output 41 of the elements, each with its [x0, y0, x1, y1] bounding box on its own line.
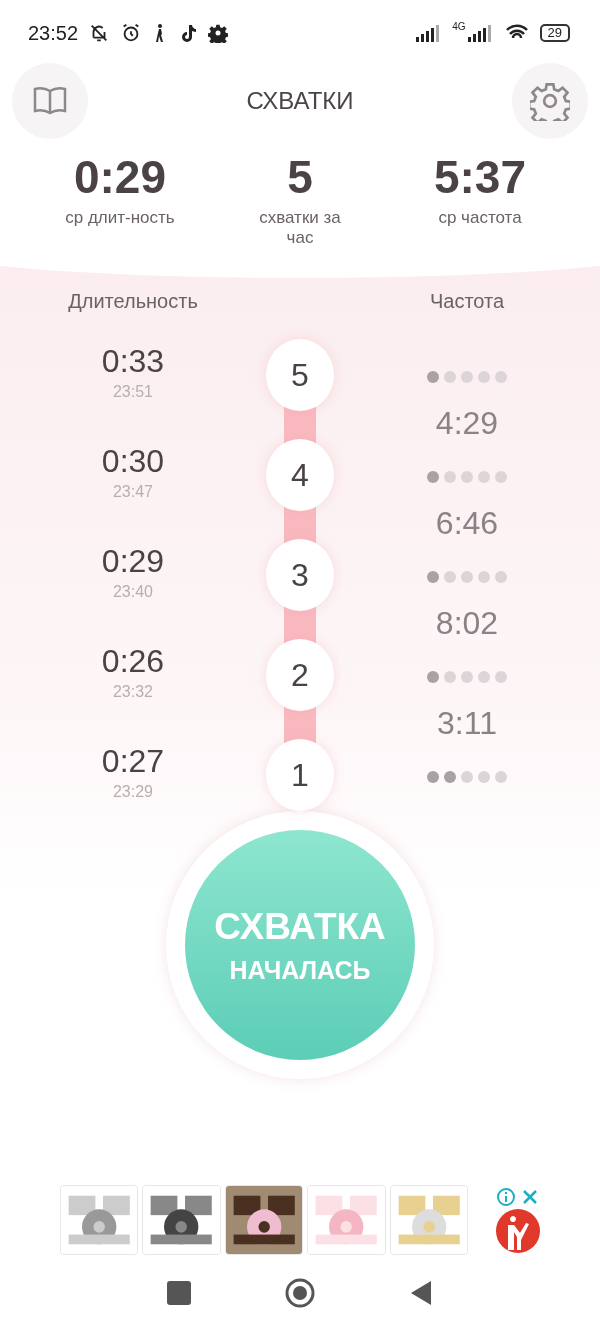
interval-value: 8:02 — [435, 605, 499, 642]
column-heading: Длительность — [67, 290, 199, 313]
contraction-number: 3 — [266, 539, 334, 611]
stat-label: ср частота — [437, 208, 523, 228]
screen-title: СХВАТКИ — [246, 87, 354, 115]
square-icon — [166, 1281, 191, 1305]
column-heading: Частота — [428, 290, 506, 313]
start-time: 23:51 — [112, 383, 153, 401]
duration-value: 0:27 — [101, 742, 165, 781]
signal-icon — [467, 24, 494, 42]
stat-value: 0:29 — [73, 150, 167, 204]
interval-value: 6:46 — [435, 505, 499, 542]
start-time: 23:29 — [112, 783, 153, 801]
interval-value: 4:29 — [435, 405, 499, 442]
duration-value: 0:30 — [101, 442, 165, 481]
stat-label: ср длит-ность — [65, 208, 175, 228]
contraction-number: 4 — [266, 439, 334, 511]
duration-value: 0:33 — [101, 342, 165, 381]
duration-value: 0:26 — [101, 642, 165, 681]
stat-value: 5 — [287, 150, 313, 204]
circle-icon — [284, 1277, 316, 1309]
status-time: 23:52 — [28, 21, 79, 45]
stat-value: 5:37 — [433, 150, 527, 204]
start-time: 23:40 — [112, 583, 153, 601]
gear-icon — [208, 23, 229, 43]
settings-icon — [530, 81, 570, 121]
contraction-number: 5 — [266, 339, 334, 411]
back-triangle-icon — [409, 1280, 434, 1306]
info-icon[interactable] — [496, 1187, 517, 1207]
book-icon — [32, 85, 68, 117]
contraction-number: 1 — [266, 739, 334, 811]
stat-label: схватки за час — [258, 208, 342, 248]
interval-value: 3:11 — [437, 705, 497, 742]
figure-logo-icon — [496, 1209, 541, 1253]
network-type: 4G — [452, 20, 466, 32]
start-time: 23:47 — [112, 483, 153, 501]
start-contraction-button[interactable]: СХВАТКА НАЧАЛАСЬ — [185, 830, 415, 1060]
contraction-number: 2 — [266, 639, 334, 711]
duration-value: 0:29 — [101, 542, 165, 581]
battery-indicator: 29 — [539, 24, 570, 42]
start-time: 23:32 — [112, 683, 153, 701]
